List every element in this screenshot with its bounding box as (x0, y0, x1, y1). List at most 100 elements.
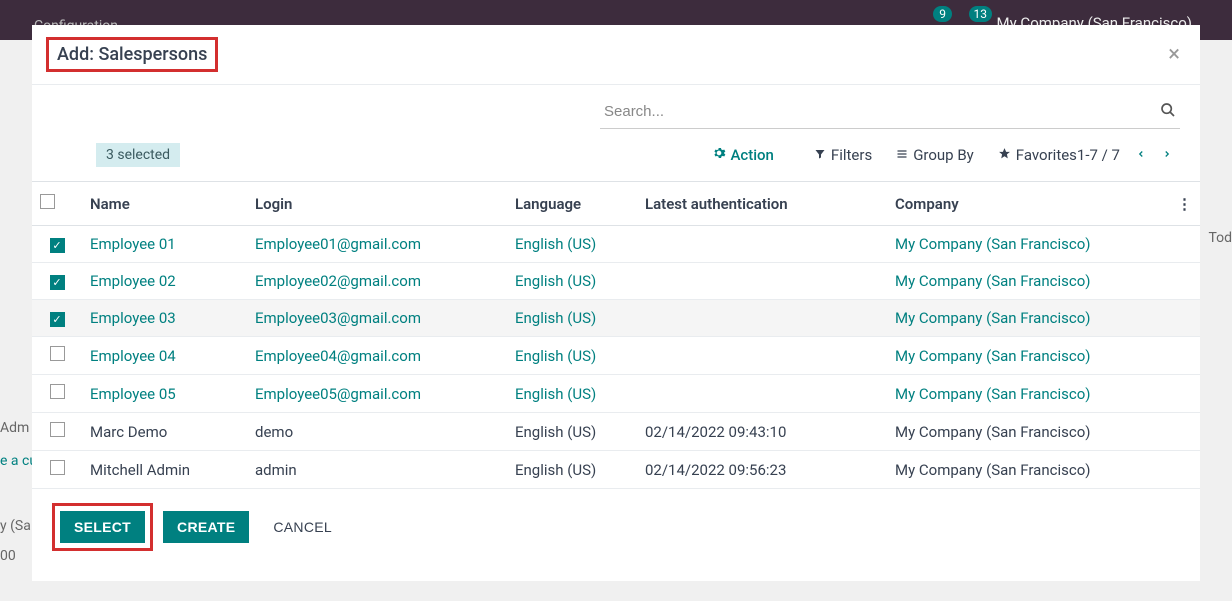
action-label: Action (730, 146, 773, 164)
cell-login[interactable]: admin (247, 451, 507, 489)
cell-language[interactable]: English (US) (507, 263, 637, 300)
table-row[interactable]: Marc DemodemoEnglish (US)02/14/2022 09:4… (32, 413, 1200, 451)
cell-company[interactable]: My Company (San Francisco) (887, 375, 1169, 413)
col-header-login[interactable]: Login (247, 182, 507, 226)
table-row[interactable]: Employee 02Employee02@gmail.comEnglish (… (32, 263, 1200, 300)
cell-company[interactable]: My Company (San Francisco) (887, 337, 1169, 375)
search-input[interactable] (600, 95, 1180, 129)
pager-next[interactable] (1154, 146, 1180, 165)
favorites-button[interactable]: Favorites (998, 146, 1077, 164)
cell-name[interactable]: Mitchell Admin (82, 451, 247, 489)
filter-icon (814, 146, 826, 164)
modal-add-salespersons: Add: Salespersons × 3 selected Action (32, 25, 1200, 581)
select-highlight-box: SELECT (52, 503, 153, 551)
bg-left-1: Adm (0, 420, 29, 436)
controls-row: 3 selected Action Filters Group By (52, 129, 1180, 181)
modal-title: Add: Salespersons (46, 37, 218, 72)
cell-auth (637, 263, 887, 300)
bg-left-4: 00 (0, 548, 16, 564)
cell-name[interactable]: Employee 04 (82, 337, 247, 375)
col-header-company[interactable]: Company (887, 182, 1169, 226)
bg-badge-2: 13 (969, 6, 993, 22)
list-icon (896, 146, 908, 164)
salespersons-table: Name Login Language Latest authenticatio… (32, 181, 1200, 489)
table-row[interactable]: Employee 01Employee01@gmail.comEnglish (… (32, 226, 1200, 263)
table-row[interactable]: Employee 03Employee03@gmail.comEnglish (… (32, 300, 1200, 337)
cell-company[interactable]: My Company (San Francisco) (887, 451, 1169, 489)
cell-spacer (1169, 375, 1200, 413)
cell-spacer (1169, 226, 1200, 263)
cell-login[interactable]: Employee04@gmail.com (247, 337, 507, 375)
cancel-button[interactable]: CANCEL (259, 511, 346, 543)
star-icon (998, 146, 1011, 164)
cell-login[interactable]: Employee05@gmail.com (247, 375, 507, 413)
cell-name[interactable]: Employee 03 (82, 300, 247, 337)
modal-toolbar: 3 selected Action Filters Group By (32, 85, 1200, 181)
cell-name[interactable]: Employee 05 (82, 375, 247, 413)
cell-spacer (1169, 413, 1200, 451)
groupby-label: Group By (913, 146, 974, 164)
cell-language[interactable]: English (US) (507, 451, 637, 489)
cell-spacer (1169, 337, 1200, 375)
favorites-label: Favorites (1016, 146, 1077, 164)
table-row[interactable]: Employee 04Employee04@gmail.comEnglish (… (32, 337, 1200, 375)
cell-login[interactable]: demo (247, 413, 507, 451)
bg-right-1: Tod (1208, 230, 1232, 246)
cell-auth (637, 375, 887, 413)
groupby-button[interactable]: Group By (896, 146, 974, 164)
cell-auth: 02/14/2022 09:56:23 (637, 451, 887, 489)
action-button[interactable]: Action (712, 146, 773, 164)
select-button[interactable]: SELECT (60, 511, 145, 543)
create-button[interactable]: CREATE (163, 511, 249, 543)
selected-count-badge: 3 selected (96, 143, 180, 167)
filters-label: Filters (831, 146, 872, 164)
col-header-name[interactable]: Name (82, 182, 247, 226)
cell-auth (637, 300, 887, 337)
pager-prev[interactable] (1128, 146, 1154, 165)
checkbox-all[interactable] (40, 194, 55, 209)
col-header-language[interactable]: Language (507, 182, 637, 226)
row-checkbox[interactable] (50, 238, 65, 253)
cell-login[interactable]: Employee01@gmail.com (247, 226, 507, 263)
modal-header: Add: Salespersons × (32, 25, 1200, 85)
gear-icon (712, 146, 726, 164)
row-checkbox[interactable] (50, 275, 65, 290)
row-checkbox[interactable] (50, 384, 65, 399)
table-row[interactable]: Employee 05Employee05@gmail.comEnglish (… (32, 375, 1200, 413)
row-checkbox[interactable] (50, 312, 65, 327)
cell-auth (637, 337, 887, 375)
cell-name[interactable]: Marc Demo (82, 413, 247, 451)
cell-language[interactable]: English (US) (507, 226, 637, 263)
bg-left-3: y (Sa (0, 518, 31, 534)
cell-auth (637, 226, 887, 263)
search-row (52, 95, 1180, 129)
cell-company[interactable]: My Company (San Francisco) (887, 226, 1169, 263)
cell-spacer (1169, 263, 1200, 300)
bg-badge-1: 9 (933, 6, 952, 22)
cell-company[interactable]: My Company (San Francisco) (887, 300, 1169, 337)
cell-name[interactable]: Employee 02 (82, 263, 247, 300)
cell-spacer (1169, 300, 1200, 337)
cell-spacer (1169, 451, 1200, 489)
row-checkbox[interactable] (50, 422, 65, 437)
row-checkbox[interactable] (50, 460, 65, 475)
close-icon[interactable]: × (1168, 44, 1180, 66)
cell-auth: 02/14/2022 09:43:10 (637, 413, 887, 451)
row-checkbox[interactable] (50, 346, 65, 361)
cell-login[interactable]: Employee02@gmail.com (247, 263, 507, 300)
modal-footer: SELECT CREATE CANCEL (32, 489, 1200, 565)
filters-button[interactable]: Filters (814, 146, 872, 164)
pager-text: 1-7 / 7 (1077, 146, 1120, 164)
cell-name[interactable]: Employee 01 (82, 226, 247, 263)
cell-company[interactable]: My Company (San Francisco) (887, 263, 1169, 300)
search-icon[interactable] (1160, 102, 1176, 122)
cell-language[interactable]: English (US) (507, 300, 637, 337)
cell-login[interactable]: Employee03@gmail.com (247, 300, 507, 337)
cell-language[interactable]: English (US) (507, 375, 637, 413)
table-row[interactable]: Mitchell AdminadminEnglish (US)02/14/202… (32, 451, 1200, 489)
col-header-auth[interactable]: Latest authentication (637, 182, 887, 226)
cell-language[interactable]: English (US) (507, 337, 637, 375)
cell-language[interactable]: English (US) (507, 413, 637, 451)
kebab-icon[interactable]: ⋮ (1169, 182, 1200, 226)
cell-company[interactable]: My Company (San Francisco) (887, 413, 1169, 451)
